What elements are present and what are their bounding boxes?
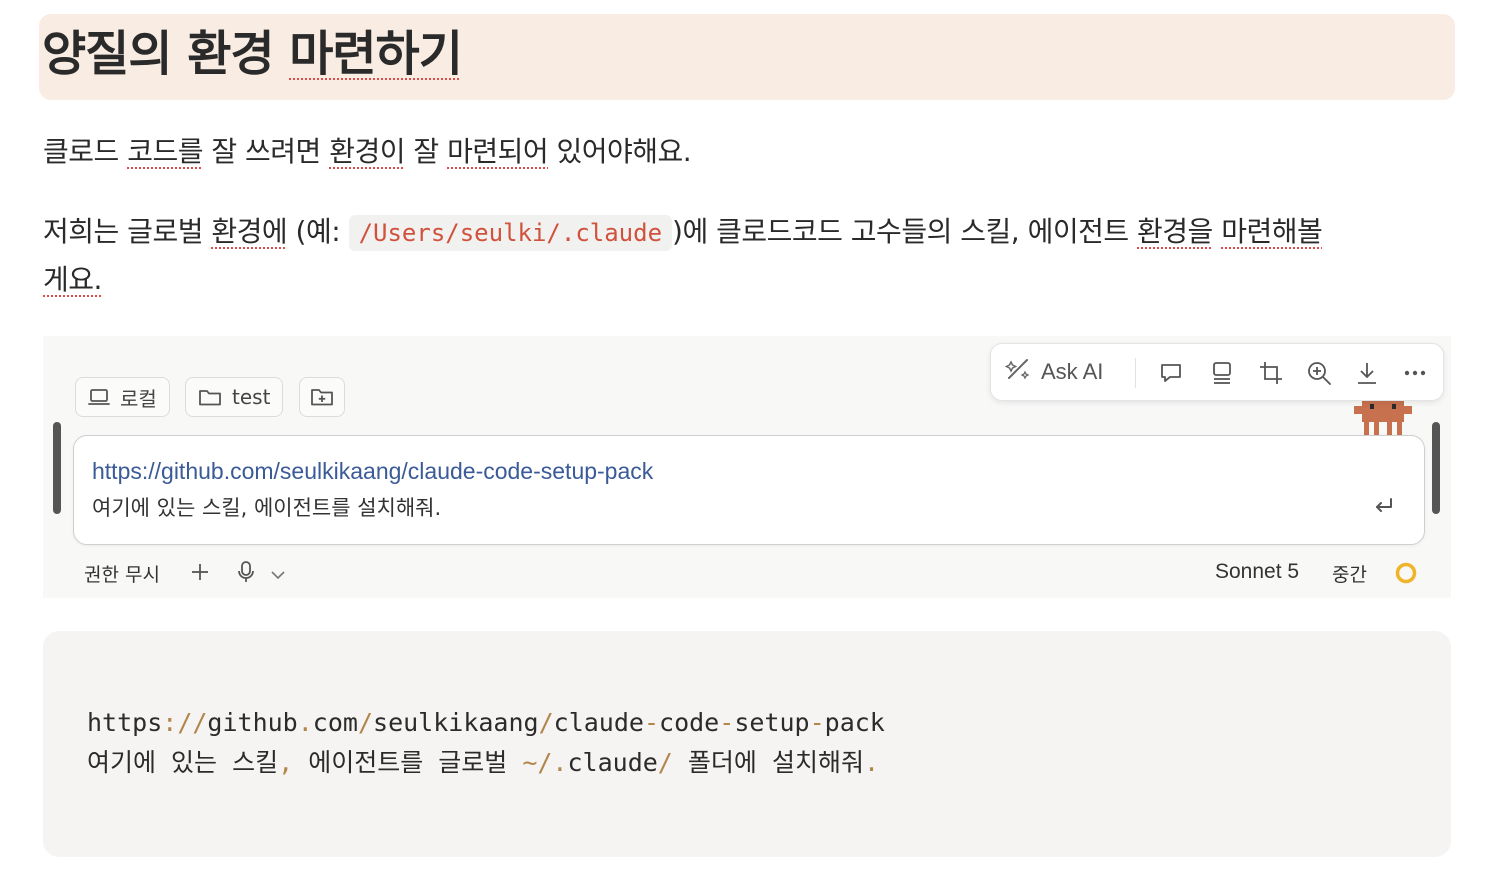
folder-plus-icon <box>310 387 334 407</box>
more-icon[interactable] <box>1401 359 1429 387</box>
plus-icon[interactable] <box>189 561 211 588</box>
image-toolbar: Ask AI <box>990 343 1444 401</box>
scrollbar-right[interactable] <box>1432 422 1440 514</box>
local-chip[interactable]: 로컬 <box>75 377 170 417</box>
prompt-message: 여기에 있는 스킬, 에이전트를 설치해줘. <box>92 496 442 520</box>
microphone-icon[interactable] <box>236 560 256 589</box>
permission-toggle[interactable]: 권한 무시 <box>84 560 160 587</box>
ask-ai-label: Ask AI <box>1041 359 1104 384</box>
local-chip-label: 로컬 <box>120 386 157 411</box>
prompt-link[interactable]: https://github.com/seulkikaang/claude-co… <box>92 458 653 485</box>
folder-chip[interactable]: test <box>185 377 284 417</box>
caption-icon[interactable] <box>1208 359 1236 387</box>
input-footer: 권한 무시 Sonnet 5 중간 <box>43 558 1451 588</box>
paragraph-environment: 저희는 글로벌 환경에 (예: /Users/seulki/.claude)에 … <box>43 208 1323 257</box>
folder-icon <box>198 387 222 407</box>
spellcheck-underline-text: 마련하기 <box>289 26 463 82</box>
claude-mascot-icon <box>1352 398 1414 436</box>
laptop-icon <box>88 387 110 407</box>
download-icon[interactable] <box>1353 359 1381 387</box>
inline-code-path: /Users/seulki/.claude <box>348 215 673 251</box>
status-ring-icon <box>1394 561 1418 590</box>
toolbar-divider <box>1135 358 1136 388</box>
ask-ai-button[interactable]: Ask AI <box>1004 356 1104 388</box>
code-line-instruction: 여기에 있는 스킬, 에이전트를 글로벌 ~/.claude/ 폴더에 설치해줘… <box>87 748 880 777</box>
enter-icon[interactable] <box>1372 494 1396 518</box>
paragraph-environment-cont: 게요. <box>43 263 102 296</box>
code-block: https://github.com/seulkikaang/claude-co… <box>43 631 1451 857</box>
folder-chip-label: test <box>232 385 271 409</box>
comment-icon[interactable] <box>1157 359 1185 387</box>
scrollbar-left[interactable] <box>53 422 61 514</box>
chevron-down-icon[interactable] <box>270 564 286 586</box>
add-folder-button[interactable] <box>299 377 345 417</box>
prompt-input[interactable]: https://github.com/seulkikaang/claude-co… <box>73 435 1425 545</box>
code-line-url: https://github.com/seulkikaang/claude-co… <box>87 708 885 737</box>
zoom-in-icon[interactable] <box>1305 359 1333 387</box>
paragraph-intro: 클로드 코드를 잘 쓰려면 환경이 잘 마련되어 있어야해요. <box>43 135 692 168</box>
model-selector[interactable]: Sonnet 5 <box>1215 560 1299 584</box>
embedded-screenshot: 로컬 test https://github.com/seulkikaang/c… <box>43 336 1451 598</box>
page-title: 양질의 환경 마련하기 <box>42 26 463 82</box>
ai-sparkle-icon <box>1004 356 1031 388</box>
effort-selector[interactable]: 중간 <box>1332 560 1367 587</box>
crop-icon[interactable] <box>1257 359 1285 387</box>
